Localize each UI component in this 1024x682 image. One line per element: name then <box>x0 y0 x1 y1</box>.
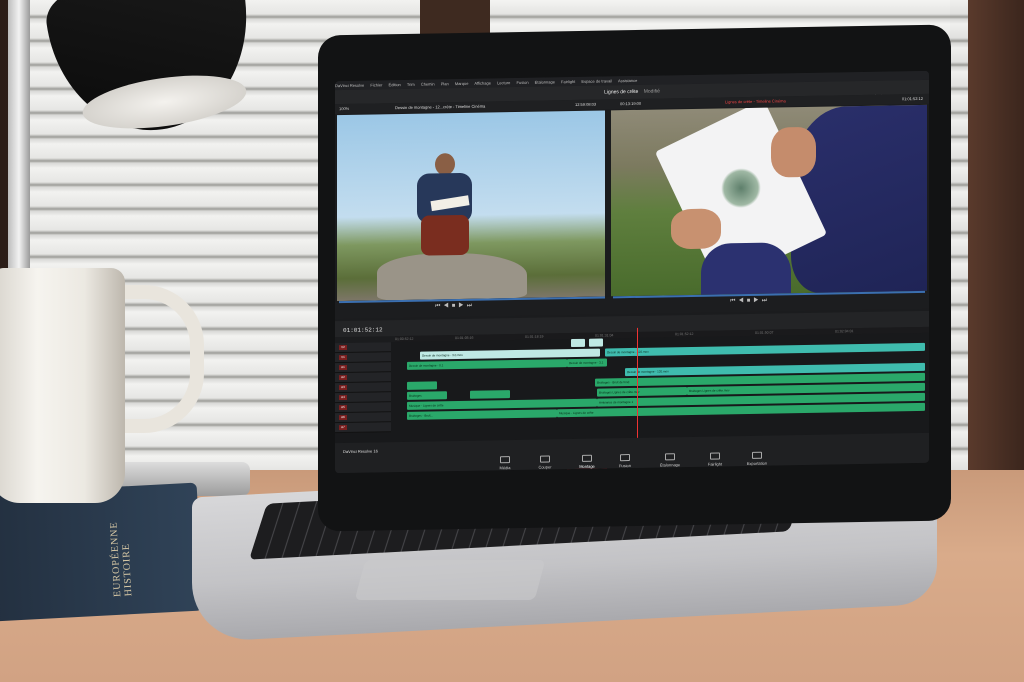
timeline-clip[interactable] <box>407 381 437 390</box>
book-title: EUROPÉENNE HISTOIRE <box>108 521 135 598</box>
project-status: Modifié <box>643 88 660 95</box>
hand-pencil <box>771 126 816 178</box>
rocket-icon <box>752 451 762 459</box>
source-zoom[interactable]: 100% <box>339 104 349 114</box>
laptop-screen: DaVinci Resolve Fichier Édition Trim Che… <box>335 70 929 474</box>
music-note-icon <box>710 452 720 460</box>
track-tag: V1 <box>339 354 347 361</box>
timeline-clip[interactable]: Dessin de montagne - 0.1 <box>407 359 567 370</box>
menu-item[interactable]: Fichier <box>370 82 382 87</box>
book: EUROPÉENNE HISTOIRE <box>0 482 204 622</box>
menu-item[interactable]: Marque <box>455 81 469 86</box>
fusion-icon <box>620 454 630 462</box>
track-tag: A7 <box>339 424 347 431</box>
source-transport-buttons[interactable]: ⏮◀■▶⏭ <box>435 303 475 311</box>
page-fairlight[interactable]: Fairlight <box>695 452 735 467</box>
timeline-clip[interactable]: Bruitages <box>407 391 447 400</box>
sketch-drawing <box>721 167 761 209</box>
menu-item[interactable]: Espace de travail <box>581 78 612 84</box>
timeline-clip[interactable]: Bruitages Lignes de crête.mov <box>597 387 687 397</box>
track-tag: A5 <box>339 404 347 411</box>
source-timecode: 12:59:08:03 <box>575 101 597 107</box>
arm-sleeve-lower <box>701 242 791 295</box>
timeline-clip[interactable] <box>571 338 585 348</box>
menu-item[interactable]: DaVinci Resolve <box>335 83 364 89</box>
track-tag: A6 <box>339 414 347 421</box>
menu-item[interactable]: Chemin <box>421 81 435 86</box>
track-header[interactable]: A7 <box>335 422 391 434</box>
menu-item[interactable]: Affichage <box>474 80 491 85</box>
page-deliver[interactable]: Exportation <box>737 451 777 466</box>
curtain <box>968 0 1024 520</box>
playhead[interactable] <box>637 327 638 438</box>
track-tag: A3 <box>339 384 347 391</box>
brand-label: DaVinci Resolve 16 <box>343 448 378 455</box>
project-title: Lignes de crête <box>604 88 639 96</box>
coffee-mug <box>0 268 125 503</box>
timeline-clip[interactable] <box>589 338 603 347</box>
program-transport-buttons[interactable]: ⏮◀■▶⏭ <box>730 298 770 306</box>
edit-icon <box>582 454 592 462</box>
menu-item[interactable]: Étalonnage <box>535 79 555 84</box>
track-tag: V2 <box>339 344 347 351</box>
page-cut[interactable]: Couper <box>525 455 565 470</box>
hand-holding-paper <box>671 208 721 250</box>
program-timeline-name[interactable]: Lignes de crête - Timeline Cinéma <box>725 96 786 107</box>
timeline-clip[interactable] <box>470 390 510 399</box>
track-tag: A1 <box>339 364 347 371</box>
color-icon <box>665 453 675 461</box>
track-tag: A4 <box>339 394 347 401</box>
menu-item[interactable]: Fusion <box>517 80 529 85</box>
menu-item[interactable]: Fairlight <box>561 79 575 84</box>
page-media[interactable]: Média <box>485 456 525 471</box>
artist-figure <box>407 153 477 264</box>
lamp-arm <box>8 0 30 270</box>
track-tag: A2 <box>339 374 347 381</box>
page-fusion[interactable]: Fusion <box>605 454 645 469</box>
menu-item[interactable]: Trim <box>407 82 415 87</box>
source-clip-name[interactable]: Dessin de montagne - 12...crête - Timeli… <box>395 102 485 114</box>
media-icon <box>500 456 510 464</box>
source-viewer[interactable] <box>337 110 605 302</box>
program-timecode: 01:01:52:12 <box>901 95 923 102</box>
mug-handle <box>112 285 204 433</box>
timeline-clip[interactable]: Dessin de montagne - 3.1 <box>567 358 607 368</box>
trackpad <box>354 560 546 600</box>
menu-item[interactable]: Lecture <box>497 80 510 85</box>
timeline-clip[interactable]: Dessin de montagne - 122.mov <box>605 342 925 357</box>
menu-item[interactable]: Plan <box>441 81 449 86</box>
menu-item[interactable]: Édition <box>389 82 401 87</box>
photo-scene: EUROPÉENNE HISTOIRE DaVinci Resolve Fich… <box>0 0 1024 682</box>
timeline-timecode: 01:01:52:12 <box>343 326 383 335</box>
program-viewer[interactable] <box>611 104 927 297</box>
page-color[interactable]: Étalonnage <box>650 453 690 468</box>
cut-icon <box>540 455 550 463</box>
timeline-tracks[interactable]: V2 V1 A1 A2 A3 A4 A5 A6 A7 Dessin de mon… <box>335 332 929 444</box>
menu-item[interactable]: Assistance <box>618 78 637 83</box>
window-blinds-edge <box>950 0 968 520</box>
program-timecode-left: 00:13:19:00 <box>620 100 642 107</box>
timeline-clip[interactable]: Bruitages - Bruit... <box>407 409 557 420</box>
